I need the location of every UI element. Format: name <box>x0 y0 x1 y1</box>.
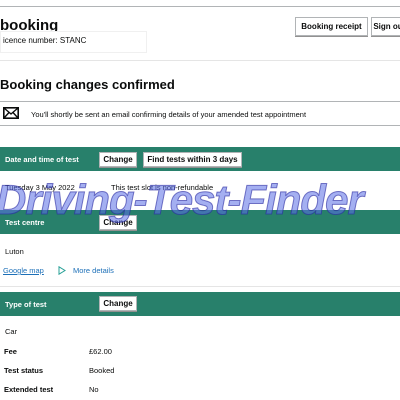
change-centre-button[interactable]: Change <box>99 215 137 230</box>
centre-divider <box>0 286 400 287</box>
more-details-link[interactable]: More details <box>73 266 114 275</box>
test-date-value: Tuesday 3 May 2022 <box>5 183 75 192</box>
refund-note: This test slot is non-refundable <box>111 183 214 192</box>
licence-panel: icence number: STANC <box>0 31 147 53</box>
google-map-link[interactable]: Google map <box>3 266 44 275</box>
test-status-value: Booked <box>89 366 115 375</box>
change-date-button[interactable]: Change <box>99 152 137 167</box>
envelope-icon <box>3 107 19 119</box>
extended-test-label: Extended test <box>4 385 54 394</box>
extended-test-value: No <box>89 385 99 394</box>
fee-value: £62.00 <box>89 347 112 356</box>
type-section-header: Type of test <box>0 292 400 316</box>
test-status-label: Test status <box>4 366 44 375</box>
header-divider <box>0 60 400 61</box>
type-of-test-label: Type of test <box>5 300 47 309</box>
licence-number: icence number: STANC <box>3 36 87 45</box>
email-notice: You'll shortly be sent an email confirmi… <box>0 101 400 126</box>
find-tests-button[interactable]: Find tests within 3 days <box>143 152 242 167</box>
booking-receipt-button[interactable]: Booking receipt <box>295 17 368 36</box>
change-type-button[interactable]: Change <box>99 296 137 311</box>
test-centre-section-header: Test centre <box>0 210 400 234</box>
confirmation-heading: Booking changes confirmed <box>0 77 175 92</box>
email-notice-text: You'll shortly be sent an email confirmi… <box>31 110 307 119</box>
centre-name: Luton <box>5 247 24 256</box>
test-type-value: Car <box>5 327 18 336</box>
fee-label: Fee <box>4 347 17 356</box>
date-time-label: Date and time of test <box>5 155 79 164</box>
top-border <box>0 0 400 7</box>
test-centre-label: Test centre <box>5 218 45 227</box>
play-triangle-icon[interactable] <box>58 266 66 275</box>
sign-out-button[interactable]: Sign ou <box>371 17 400 36</box>
